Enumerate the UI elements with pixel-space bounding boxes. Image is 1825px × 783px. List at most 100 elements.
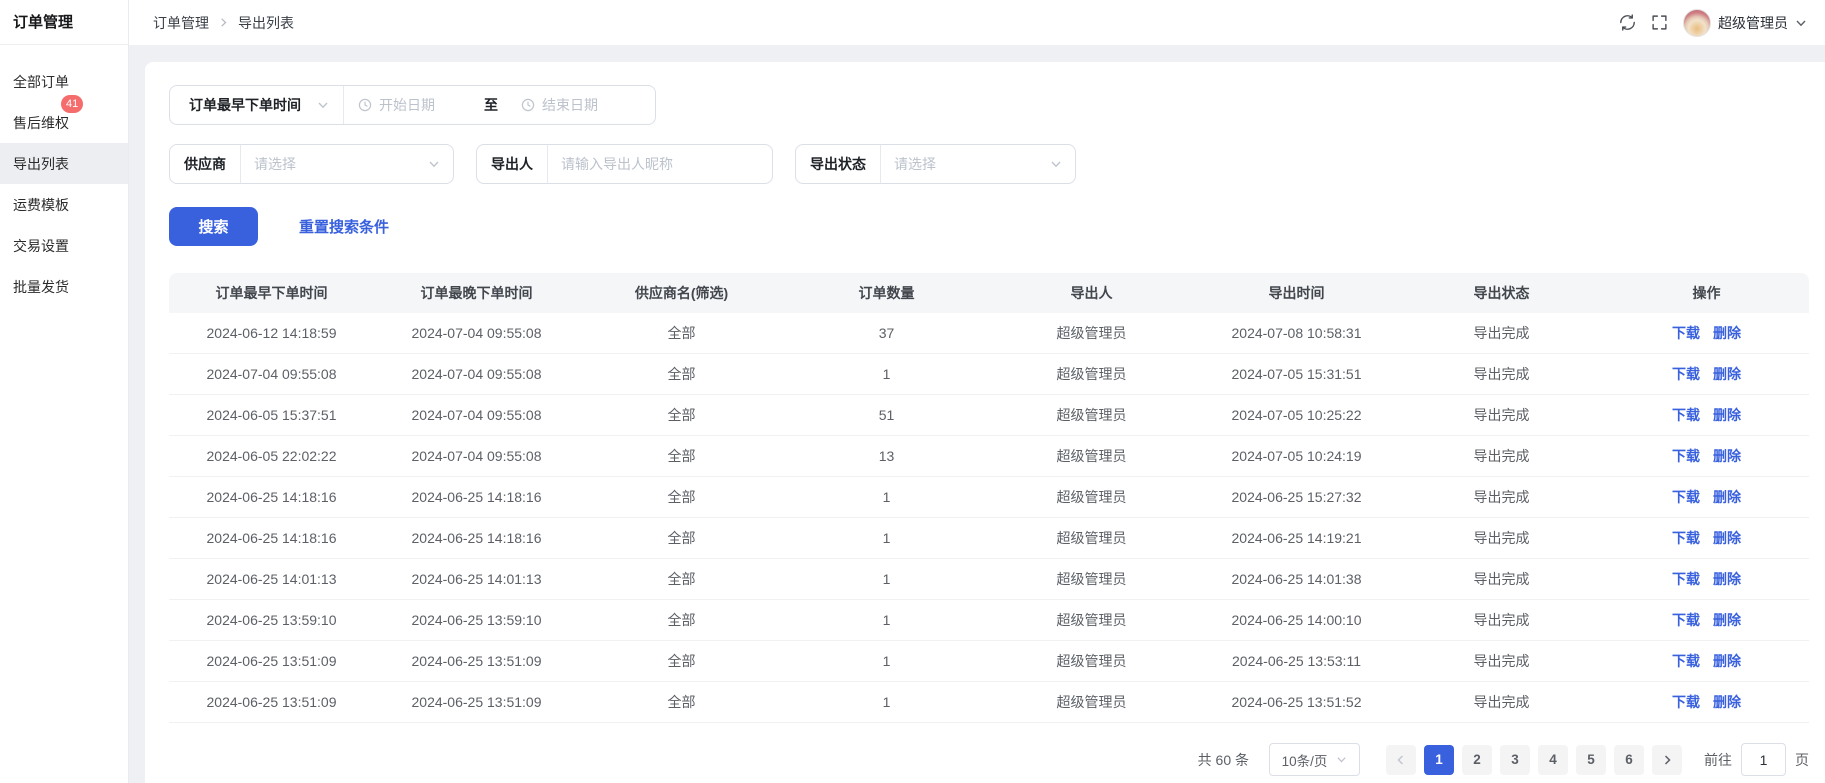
total-count: 共 60 条 <box>1198 750 1249 770</box>
exporter-label: 导出人 <box>477 145 548 183</box>
table-cell: 2024-06-25 13:53:11 <box>1194 653 1399 669</box>
row-actions: 下载删除 <box>1604 569 1809 589</box>
table-cell: 1 <box>784 612 989 628</box>
table-cell: 2024-06-25 13:51:52 <box>1194 694 1399 710</box>
column-header: 导出人 <box>989 283 1194 303</box>
prev-page-button[interactable] <box>1386 745 1416 775</box>
table-cell: 1 <box>784 530 989 546</box>
delete-link[interactable]: 删除 <box>1713 487 1741 507</box>
table-cell: 导出完成 <box>1399 323 1604 343</box>
table-row: 2024-06-05 22:02:222024-07-04 09:55:08全部… <box>169 436 1809 477</box>
delete-link[interactable]: 删除 <box>1713 610 1741 630</box>
table-cell: 全部 <box>579 651 784 671</box>
table-cell: 导出完成 <box>1399 487 1604 507</box>
table-cell: 2024-06-25 14:19:21 <box>1194 530 1399 546</box>
sidebar-item-label: 全部订单 <box>13 72 69 92</box>
time-type-value: 订单最早下单时间 <box>189 95 301 115</box>
sidebar-item-label: 交易设置 <box>13 236 69 256</box>
reset-search-link[interactable]: 重置搜索条件 <box>299 216 389 237</box>
user-menu[interactable]: 超级管理员 <box>1683 9 1807 37</box>
page-button-4[interactable]: 4 <box>1538 745 1568 775</box>
download-link[interactable]: 下载 <box>1672 364 1700 384</box>
table-cell: 2024-06-25 13:51:09 <box>374 653 579 669</box>
page-button-2[interactable]: 2 <box>1462 745 1492 775</box>
count-badge: 41 <box>61 95 83 113</box>
delete-link[interactable]: 删除 <box>1713 528 1741 548</box>
table-cell: 2024-07-08 10:58:31 <box>1194 325 1399 341</box>
sidebar-item-after-sales[interactable]: 售后维权41 <box>0 102 128 143</box>
sidebar-item-trade-settings[interactable]: 交易设置 <box>0 225 128 266</box>
table-cell: 超级管理员 <box>989 364 1194 384</box>
breadcrumb: 订单管理 导出列表 <box>153 13 294 33</box>
page-button-6[interactable]: 6 <box>1614 745 1644 775</box>
export-status-select[interactable]: 请选择 <box>881 154 1075 174</box>
export-list-card: 订单最早下单时间 开始日期 至 结束日期 <box>145 62 1825 783</box>
exporter-input[interactable]: 请输入导出人昵称 <box>548 154 772 174</box>
fullscreen-icon[interactable] <box>1651 14 1668 31</box>
table-row: 2024-06-25 14:18:162024-06-25 14:18:16全部… <box>169 477 1809 518</box>
table-cell: 2024-07-04 09:55:08 <box>374 407 579 423</box>
chevron-down-icon <box>1795 17 1807 29</box>
chevron-down-icon <box>317 99 329 111</box>
table-cell: 2024-06-25 13:59:10 <box>169 612 374 628</box>
table-cell: 2024-06-25 14:18:16 <box>374 530 579 546</box>
table-cell: 超级管理员 <box>989 405 1194 425</box>
delete-link[interactable]: 删除 <box>1713 323 1741 343</box>
sidebar-menu: 全部订单售后维权41导出列表运费模板交易设置批量发货 <box>0 45 128 307</box>
next-page-button[interactable] <box>1652 745 1682 775</box>
delete-link[interactable]: 删除 <box>1713 569 1741 589</box>
page-size-select[interactable]: 10条/页 <box>1269 743 1360 776</box>
download-link[interactable]: 下载 <box>1672 651 1700 671</box>
table-cell: 导出完成 <box>1399 405 1604 425</box>
sidebar-item-export-list[interactable]: 导出列表 <box>0 143 128 184</box>
table-row: 2024-06-25 13:51:092024-06-25 13:51:09全部… <box>169 641 1809 682</box>
search-actions: 搜索 重置搜索条件 <box>169 207 1809 246</box>
table-cell: 超级管理员 <box>989 528 1194 548</box>
breadcrumb-item[interactable]: 订单管理 <box>153 13 209 33</box>
export-table: 订单最早下单时间订单最晚下单时间供应商名(筛选)订单数量导出人导出时间导出状态操… <box>169 273 1809 723</box>
download-link[interactable]: 下载 <box>1672 487 1700 507</box>
delete-link[interactable]: 删除 <box>1713 446 1741 466</box>
table-cell: 1 <box>784 571 989 587</box>
table-row: 2024-06-25 13:59:102024-06-25 13:59:10全部… <box>169 600 1809 641</box>
page-button-5[interactable]: 5 <box>1576 745 1606 775</box>
export-status-label: 导出状态 <box>796 145 881 183</box>
chevron-down-icon <box>1336 754 1347 765</box>
download-link[interactable]: 下载 <box>1672 610 1700 630</box>
delete-link[interactable]: 删除 <box>1713 405 1741 425</box>
download-link[interactable]: 下载 <box>1672 405 1700 425</box>
download-link[interactable]: 下载 <box>1672 692 1700 712</box>
row-actions: 下载删除 <box>1604 487 1809 507</box>
table-cell: 超级管理员 <box>989 323 1194 343</box>
search-button[interactable]: 搜索 <box>169 207 258 246</box>
page-button-3[interactable]: 3 <box>1500 745 1530 775</box>
table-row: 2024-06-25 13:51:092024-06-25 13:51:09全部… <box>169 682 1809 723</box>
column-header: 订单最晚下单时间 <box>374 283 579 303</box>
table-cell: 13 <box>784 448 989 464</box>
page-button-1[interactable]: 1 <box>1424 745 1454 775</box>
table-cell: 37 <box>784 325 989 341</box>
sidebar-item-shipping-template[interactable]: 运费模板 <box>0 184 128 225</box>
delete-link[interactable]: 删除 <box>1713 692 1741 712</box>
download-link[interactable]: 下载 <box>1672 569 1700 589</box>
table-cell: 超级管理员 <box>989 446 1194 466</box>
download-link[interactable]: 下载 <box>1672 446 1700 466</box>
download-link[interactable]: 下载 <box>1672 323 1700 343</box>
time-type-select[interactable]: 订单最早下单时间 <box>170 86 344 124</box>
chevron-down-icon <box>1050 158 1062 170</box>
date-range-picker[interactable]: 开始日期 至 结束日期 <box>344 95 655 115</box>
refresh-icon[interactable] <box>1619 14 1636 31</box>
breadcrumb-item[interactable]: 导出列表 <box>238 13 294 33</box>
sidebar-item-batch-shipping[interactable]: 批量发货 <box>0 266 128 307</box>
delete-link[interactable]: 删除 <box>1713 651 1741 671</box>
page-size-value: 10条/页 <box>1282 750 1328 770</box>
supplier-filter: 供应商 请选择 <box>169 144 454 184</box>
delete-link[interactable]: 删除 <box>1713 364 1741 384</box>
goto-page-input[interactable] <box>1741 743 1786 776</box>
export-status-placeholder: 请选择 <box>894 154 1042 174</box>
table-cell: 导出完成 <box>1399 569 1604 589</box>
supplier-select[interactable]: 请选择 <box>241 154 453 174</box>
table-cell: 2024-06-25 14:01:38 <box>1194 571 1399 587</box>
user-name: 超级管理员 <box>1718 13 1788 33</box>
download-link[interactable]: 下载 <box>1672 528 1700 548</box>
